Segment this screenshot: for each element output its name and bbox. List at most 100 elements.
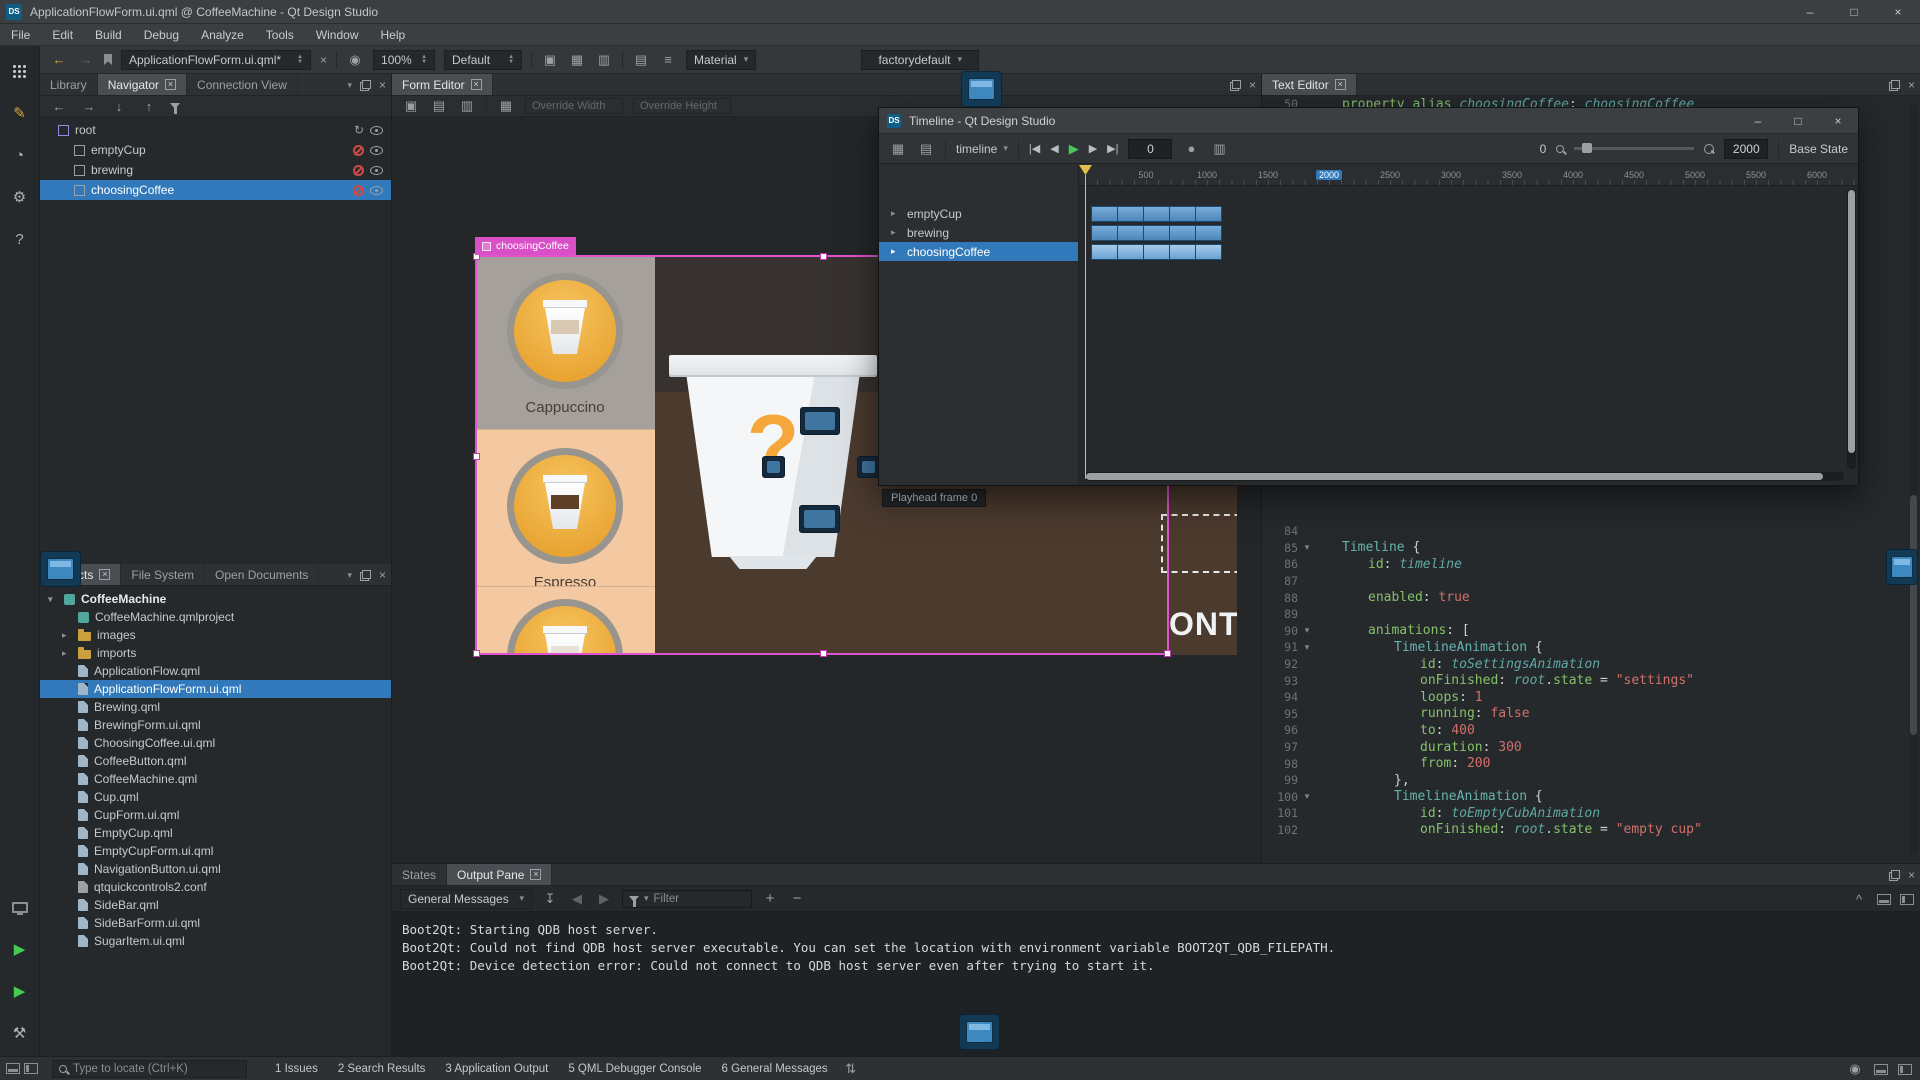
navigator-item-choosingcoffee[interactable]: choosingCoffee	[40, 180, 391, 200]
menu-item-debug[interactable]: Debug	[133, 24, 190, 46]
timeline-window[interactable]: DS Timeline - Qt Design Studio – □ × ▦ ▤…	[878, 107, 1859, 486]
chevron-down-icon[interactable]: ▾	[48, 594, 58, 605]
material-combo[interactable]: Material ▾	[686, 50, 756, 70]
close-icon[interactable]: ×	[379, 79, 386, 91]
project-file-coffeemachine-qml[interactable]: CoffeeMachine.qml	[40, 770, 391, 788]
fold-icon[interactable]: ▾	[1298, 625, 1316, 636]
export-icon[interactable]: ▣	[541, 52, 559, 68]
tab-close-icon[interactable]: ×	[530, 869, 541, 880]
menu-item-analyze[interactable]: Analyze	[190, 24, 255, 46]
build-button[interactable]: ⚒	[9, 1022, 31, 1044]
nav-button-item[interactable]	[799, 505, 840, 533]
open-document-combo[interactable]: ApplicationFlowForm.ui.qml* ▲▼	[121, 50, 311, 70]
visibility-eye-icon[interactable]	[370, 186, 383, 195]
lines-icon[interactable]: ≡	[659, 52, 677, 67]
bounds-icon[interactable]: ▦	[568, 52, 586, 68]
keyframe-segment[interactable]	[1195, 225, 1222, 241]
close-button[interactable]: ×	[1876, 0, 1920, 23]
run-button[interactable]: ▶	[9, 938, 31, 960]
keyframe-segment[interactable]	[1195, 206, 1222, 222]
minimize-button[interactable]: –	[1738, 108, 1778, 134]
undock-icon[interactable]	[1230, 80, 1241, 91]
range-end-field[interactable]: 2000	[1724, 139, 1768, 159]
toggle-side-pane-icon[interactable]	[1900, 894, 1914, 905]
nav-button-item[interactable]	[800, 407, 840, 435]
timeline-zoom-slider[interactable]	[1574, 147, 1694, 150]
locator-input[interactable]: Type to locate (Ctrl+K)	[52, 1060, 247, 1078]
snapping-icon[interactable]: ▥	[458, 98, 476, 114]
menu-item-tools[interactable]: Tools	[255, 24, 305, 46]
output-panes-arrows-icon[interactable]: ⇅	[842, 1061, 860, 1077]
filter-icon[interactable]	[170, 103, 180, 109]
project-root[interactable]: ▾CoffeeMachine	[40, 590, 391, 608]
keyframe-bar-brewing[interactable]	[1091, 225, 1222, 241]
maximize-button[interactable]: □	[1832, 0, 1876, 23]
kit-combo[interactable]: factorydefault ▾	[861, 50, 979, 70]
style-combo[interactable]: Default ▲▼	[444, 50, 522, 70]
selection-mode-icon[interactable]: ▣	[402, 98, 420, 114]
undock-icon[interactable]	[1889, 80, 1900, 91]
status-button-1-issues[interactable]: 1 Issues	[265, 1057, 328, 1080]
filter-input[interactable]: ▾ Filter	[622, 890, 752, 908]
next-frame-button[interactable]: ▶	[1089, 142, 1097, 155]
chevron-right-icon[interactable]: ▸	[891, 208, 901, 219]
move-right-icon[interactable]: →	[80, 99, 98, 114]
timeline-hscrollbar[interactable]	[1084, 472, 1844, 481]
zoom-out-icon[interactable]	[1556, 145, 1564, 153]
timeline-track-area[interactable]: 5001000150020002500300035004000450050005…	[1079, 165, 1858, 485]
rows-layout-icon[interactable]: ▤	[632, 52, 650, 68]
close-button[interactable]: ×	[1818, 108, 1858, 134]
project-file-brewing-qml[interactable]: Brewing.qml	[40, 698, 391, 716]
coffee-item-partial[interactable]	[475, 586, 655, 655]
nav-button-item[interactable]	[762, 456, 785, 478]
menu-item-window[interactable]: Window	[305, 24, 370, 46]
keyframe-segment[interactable]	[1143, 225, 1170, 241]
design-mode-icon[interactable]: ✎	[9, 102, 31, 124]
forward-button[interactable]: →	[77, 52, 95, 67]
navigator-item-root[interactable]: root↻	[40, 120, 391, 140]
project-file-qtquickcontrols2-conf[interactable]: qtquickcontrols2.conf	[40, 878, 391, 896]
keyframe-segment[interactable]	[1091, 244, 1118, 260]
nav-button-item[interactable]	[857, 456, 880, 478]
output-tab-output-pane[interactable]: Output Pane×	[447, 864, 552, 885]
no-export-icon[interactable]	[353, 185, 364, 196]
project-file-sidebar-qml[interactable]: SideBar.qml	[40, 896, 391, 914]
navigator-item-brewing[interactable]: brewing	[40, 160, 391, 180]
keyframe-segment[interactable]	[1169, 244, 1196, 260]
show-bounds-icon[interactable]: ▤	[430, 98, 448, 114]
timeline-track-brewing[interactable]: ▸brewing	[879, 223, 1078, 242]
move-up-icon[interactable]: ↑	[140, 99, 158, 114]
coffee-item-espresso[interactable]: Espresso	[475, 429, 655, 586]
project-file-cupform-ui-qml[interactable]: CupForm.ui.qml	[40, 806, 391, 824]
menu-item-build[interactable]: Build	[84, 24, 133, 46]
timeline-combo[interactable]: timeline ▾	[956, 142, 1008, 156]
visibility-eye-icon[interactable]	[370, 146, 383, 155]
project-file-imports[interactable]: ▸imports	[40, 644, 391, 662]
override-width-field[interactable]: Override Width	[525, 98, 623, 114]
move-left-icon[interactable]: ←	[50, 99, 68, 114]
output-channel-combo[interactable]: General Messages ▾	[400, 889, 532, 909]
editor-scrollbar[interactable]	[1909, 104, 1918, 855]
toggle-bottom-pane-icon[interactable]	[1877, 894, 1891, 905]
apps-grid-icon[interactable]	[9, 60, 31, 82]
navigator-tab-library[interactable]: Library	[40, 74, 98, 95]
tab-close-icon[interactable]: ×	[1335, 79, 1346, 90]
project-file-navigationbutton-ui-qml[interactable]: NavigationButton.ui.qml	[40, 860, 391, 878]
project-file-emptycupform-ui-qml[interactable]: EmptyCupForm.ui.qml	[40, 842, 391, 860]
to-start-button[interactable]: |◀	[1029, 142, 1040, 155]
project-file-cup-qml[interactable]: Cup.qml	[40, 788, 391, 806]
keyframe-segment[interactable]	[1169, 206, 1196, 222]
projects-tab-file-system[interactable]: File System	[121, 564, 205, 585]
curve-editor-icon[interactable]: ▥	[1210, 141, 1228, 157]
zoom-combo[interactable]: 100% ▲▼	[373, 50, 435, 70]
maximize-pane-icon[interactable]: ^	[1850, 892, 1868, 907]
projects-tab-open-documents[interactable]: Open Documents	[205, 564, 319, 585]
timeline-track-choosingcoffee[interactable]: ▸choosingCoffee	[879, 242, 1078, 261]
maximize-button[interactable]: □	[1778, 108, 1818, 134]
status-button-5-qml-debugger-console[interactable]: 5 QML Debugger Console	[558, 1057, 711, 1080]
minimize-button[interactable]: –	[1788, 0, 1832, 23]
project-file-images[interactable]: ▸images	[40, 626, 391, 644]
chevron-right-icon[interactable]: ▸	[891, 246, 901, 257]
toggle-left-sidebar-icon[interactable]	[24, 1063, 38, 1074]
toggle-bottom-icon[interactable]	[6, 1063, 20, 1074]
